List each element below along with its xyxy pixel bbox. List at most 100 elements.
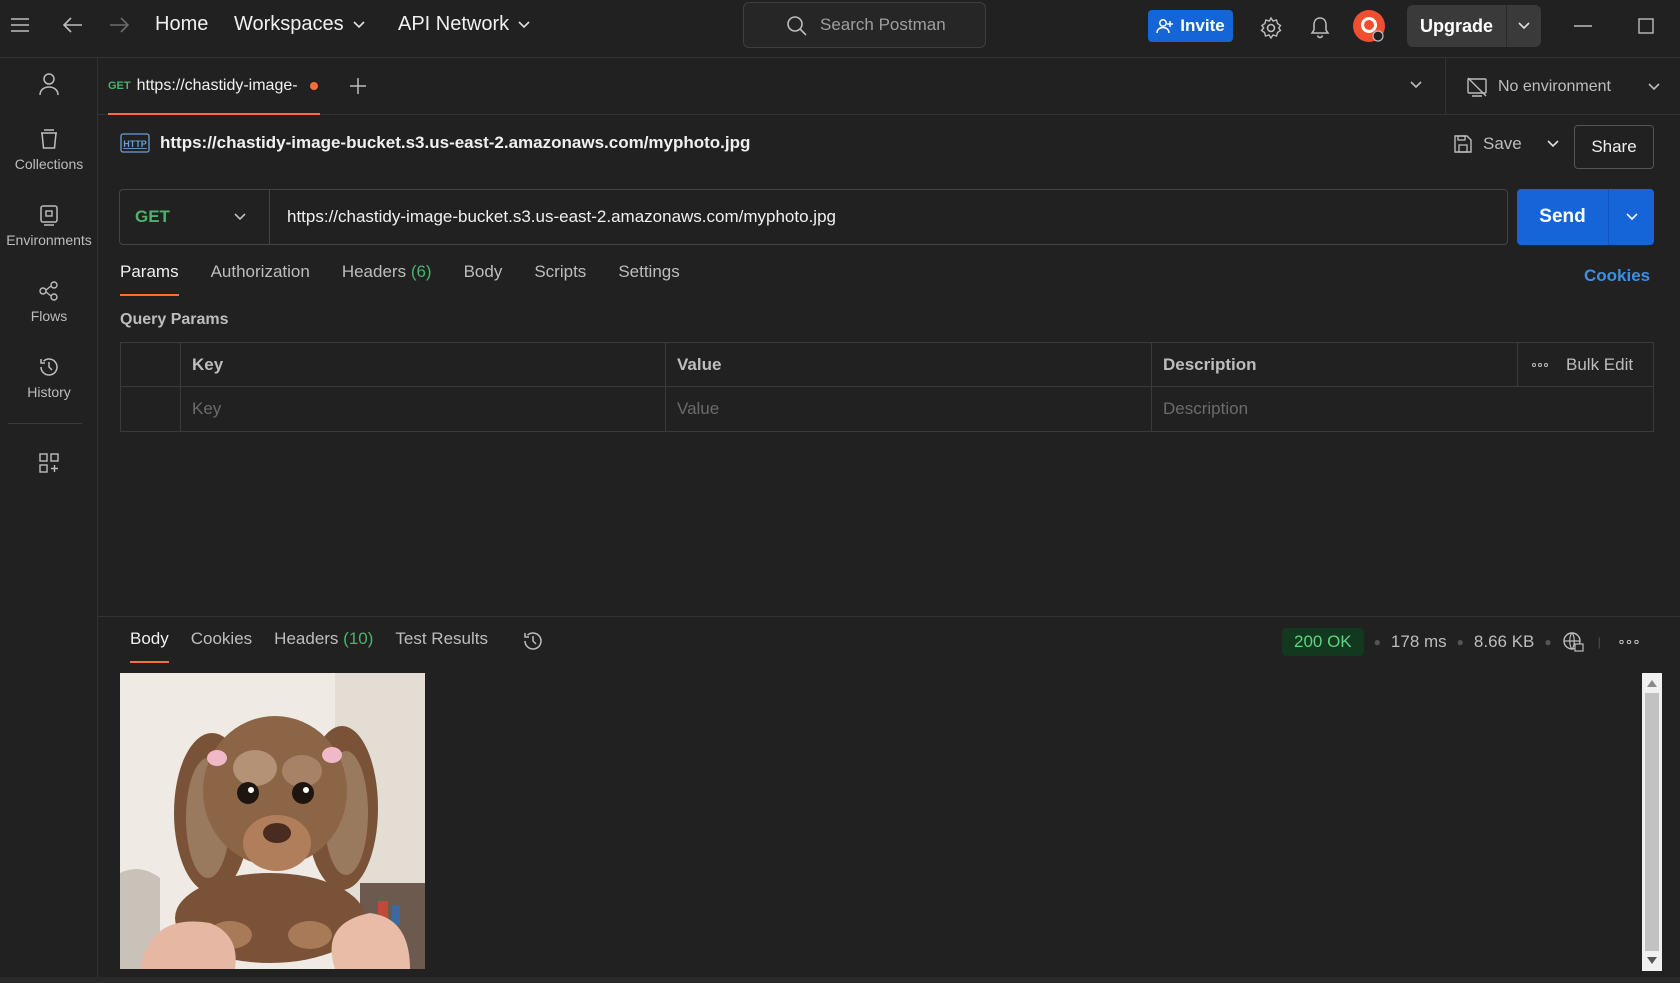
chevron-down-icon xyxy=(234,213,246,221)
nav-home-label: Home xyxy=(155,13,209,35)
request-tab-strip: GET https://chastidy-image- No environme… xyxy=(98,58,1680,115)
tab-authorization[interactable]: Authorization xyxy=(211,262,310,296)
unsaved-indicator xyxy=(309,81,318,90)
value-column-header: Value xyxy=(666,343,1152,386)
status-badge[interactable]: 200 OK xyxy=(1282,628,1364,656)
response-tab-headers[interactable]: Headers (10) xyxy=(274,629,373,663)
response-image-preview xyxy=(120,673,425,969)
history-icon xyxy=(40,358,58,376)
environment-selector[interactable]: No environment xyxy=(1445,58,1680,115)
response-tab-body[interactable]: Body xyxy=(130,629,169,663)
description-column-header: Description xyxy=(1152,343,1518,386)
collections-icon xyxy=(41,129,57,149)
tab-settings[interactable]: Settings xyxy=(618,262,679,296)
tab-method-label: GET xyxy=(108,79,131,92)
sidebar-item-flows[interactable]: Flows xyxy=(0,280,98,324)
hamburger-menu-icon[interactable] xyxy=(10,17,30,33)
send-options-chevron-icon[interactable] xyxy=(1608,189,1654,245)
sidebar-account[interactable] xyxy=(0,72,98,96)
no-environment-icon xyxy=(1467,77,1487,97)
back-arrow-icon[interactable] xyxy=(62,16,84,34)
nav-workspaces[interactable]: Workspaces xyxy=(234,13,366,36)
response-time[interactable]: 178 ms xyxy=(1391,632,1447,652)
checkbox-column-header xyxy=(121,343,181,386)
response-scrollbar[interactable] xyxy=(1642,673,1662,971)
invite-label: Invite xyxy=(1180,16,1225,35)
scroll-up-arrow-icon[interactable] xyxy=(1647,679,1657,687)
query-params-table: Key Value Description Bulk Edit Key Valu… xyxy=(120,342,1654,432)
request-title-bar: HTTP https://chastidy-image-bucket.s3.us… xyxy=(120,130,750,156)
share-button[interactable]: Share xyxy=(1574,125,1654,169)
tab-label: Cookies xyxy=(190,629,253,648)
environment-label: No environment xyxy=(1498,77,1611,95)
forward-arrow-icon[interactable] xyxy=(108,16,130,34)
row-checkbox-cell xyxy=(121,387,181,431)
response-tab-cookies[interactable]: Cookies xyxy=(191,629,252,663)
left-sidebar: Collections Environments Flows History xyxy=(0,58,98,983)
table-actions: Bulk Edit xyxy=(1518,343,1653,386)
sidebar-item-label: History xyxy=(27,384,71,400)
tab-headers[interactable]: Headers (6) xyxy=(342,262,432,296)
headers-count: (6) xyxy=(410,262,432,281)
sidebar-configure-workspace[interactable] xyxy=(0,452,98,474)
sidebar-item-environments[interactable]: Environments xyxy=(0,204,98,248)
value-input[interactable]: Value xyxy=(666,387,1152,431)
sidebar-item-label: Environments xyxy=(6,232,92,248)
maximize-window-icon[interactable] xyxy=(1638,18,1654,34)
description-input[interactable]: Description xyxy=(1152,387,1653,431)
save-button[interactable]: Save xyxy=(1453,124,1560,164)
more-options-icon[interactable] xyxy=(1532,362,1548,367)
request-url-bar: GET https://chastidy-image-bucket.s3.us-… xyxy=(119,189,1508,245)
sidebar-item-label: Flows xyxy=(30,308,68,324)
tab-label: Body xyxy=(130,629,169,648)
send-button[interactable]: Send xyxy=(1517,189,1654,245)
status-bar xyxy=(0,977,1680,983)
save-options-chevron-icon[interactable] xyxy=(1546,139,1560,149)
search-input[interactable]: Search Postman xyxy=(743,2,986,48)
tab-body[interactable]: Body xyxy=(464,262,503,296)
scrollbar-thumb[interactable] xyxy=(1645,693,1659,951)
notifications-bell-icon[interactable] xyxy=(1309,15,1331,39)
save-icon xyxy=(1454,135,1472,153)
invite-button[interactable]: Invite xyxy=(1148,10,1233,42)
upgrade-options-chevron-icon[interactable] xyxy=(1506,5,1541,47)
key-input[interactable]: Key xyxy=(181,387,666,431)
add-user-icon xyxy=(1156,19,1174,34)
svg-text:HTTP: HTTP xyxy=(123,139,147,149)
new-tab-plus-icon[interactable] xyxy=(348,76,368,96)
tab-scripts[interactable]: Scripts xyxy=(534,262,586,296)
url-input[interactable]: https://chastidy-image-bucket.s3.us-east… xyxy=(270,207,836,227)
response-headers-count: (10) xyxy=(343,629,374,648)
separator-dot: ● xyxy=(1544,635,1552,649)
bulk-edit-button[interactable]: Bulk Edit xyxy=(1566,355,1633,375)
avatar[interactable] xyxy=(1352,9,1386,43)
sidebar-item-collections[interactable]: Collections xyxy=(0,128,98,172)
method-value: GET xyxy=(135,207,170,226)
settings-gear-icon[interactable] xyxy=(1259,16,1283,40)
minimize-window-icon[interactable] xyxy=(1574,25,1592,27)
environments-icon xyxy=(40,205,58,226)
query-params-title: Query Params xyxy=(120,311,229,328)
response-history-icon[interactable] xyxy=(522,630,544,652)
table-header-row: Key Value Description Bulk Edit xyxy=(121,343,1653,387)
share-label: Share xyxy=(1591,137,1637,156)
upgrade-button[interactable]: Upgrade xyxy=(1407,5,1541,47)
more-options-icon[interactable] xyxy=(1619,640,1639,644)
nav-home[interactable]: Home xyxy=(155,13,208,36)
tab-label: Headers xyxy=(274,629,339,648)
http-method-select[interactable]: GET xyxy=(120,190,270,244)
nav-api-network[interactable]: API Network xyxy=(398,13,531,36)
cookies-link[interactable]: Cookies xyxy=(1584,266,1650,286)
response-size[interactable]: 8.66 KB xyxy=(1474,632,1535,652)
scroll-down-arrow-icon[interactable] xyxy=(1647,957,1657,965)
network-globe-icon[interactable] xyxy=(1562,631,1584,653)
tab-request[interactable]: GET https://chastidy-image- xyxy=(108,58,320,115)
search-icon xyxy=(787,16,807,36)
tab-label: Headers xyxy=(341,262,407,281)
sidebar-item-history[interactable]: History xyxy=(0,356,98,400)
request-title[interactable]: https://chastidy-image-bucket.s3.us-east… xyxy=(160,133,750,153)
tabs-overflow-chevron-icon[interactable] xyxy=(1409,80,1423,90)
tab-params[interactable]: Params xyxy=(120,262,179,296)
response-tab-test-results[interactable]: Test Results xyxy=(395,629,488,663)
flows-icon xyxy=(39,281,58,301)
